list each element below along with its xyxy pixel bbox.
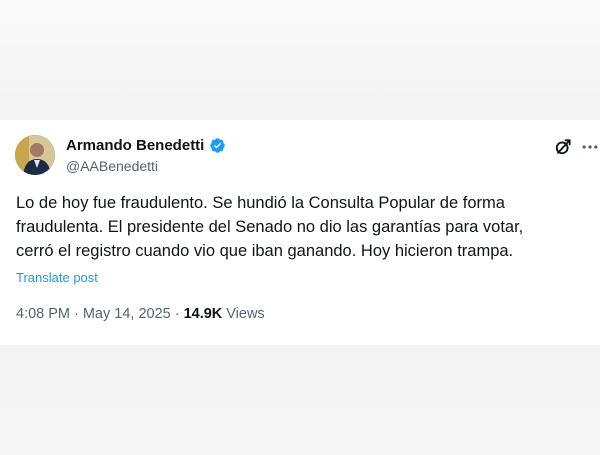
background-bottom bbox=[0, 345, 600, 455]
author-handle[interactable]: @AABenedetti bbox=[66, 158, 158, 174]
more-options-icon[interactable] bbox=[580, 137, 600, 157]
background-top bbox=[0, 0, 600, 120]
author-name-row: Armando Benedetti bbox=[66, 137, 226, 154]
author-name[interactable]: Armando Benedetti bbox=[66, 137, 204, 154]
tweet-metadata: 4:08 PM · May 14, 2025 · 14.9K Views bbox=[16, 306, 265, 322]
tweet-date[interactable]: May 14, 2025 bbox=[83, 306, 171, 322]
grok-icon[interactable] bbox=[553, 137, 573, 157]
views-label: Views bbox=[226, 306, 265, 322]
tweet-time[interactable]: 4:08 PM bbox=[16, 306, 70, 322]
views-count[interactable]: 14.9K bbox=[184, 306, 223, 322]
meta-separator: · bbox=[74, 306, 79, 322]
tweet-text: Lo de hoy fue fraudulento. Se hundió la … bbox=[16, 194, 524, 260]
meta-separator: · bbox=[174, 306, 180, 322]
avatar-image bbox=[15, 135, 55, 175]
avatar[interactable] bbox=[15, 135, 55, 175]
verified-badge-icon bbox=[210, 138, 226, 153]
translate-post-link[interactable]: Translate post bbox=[16, 270, 98, 285]
